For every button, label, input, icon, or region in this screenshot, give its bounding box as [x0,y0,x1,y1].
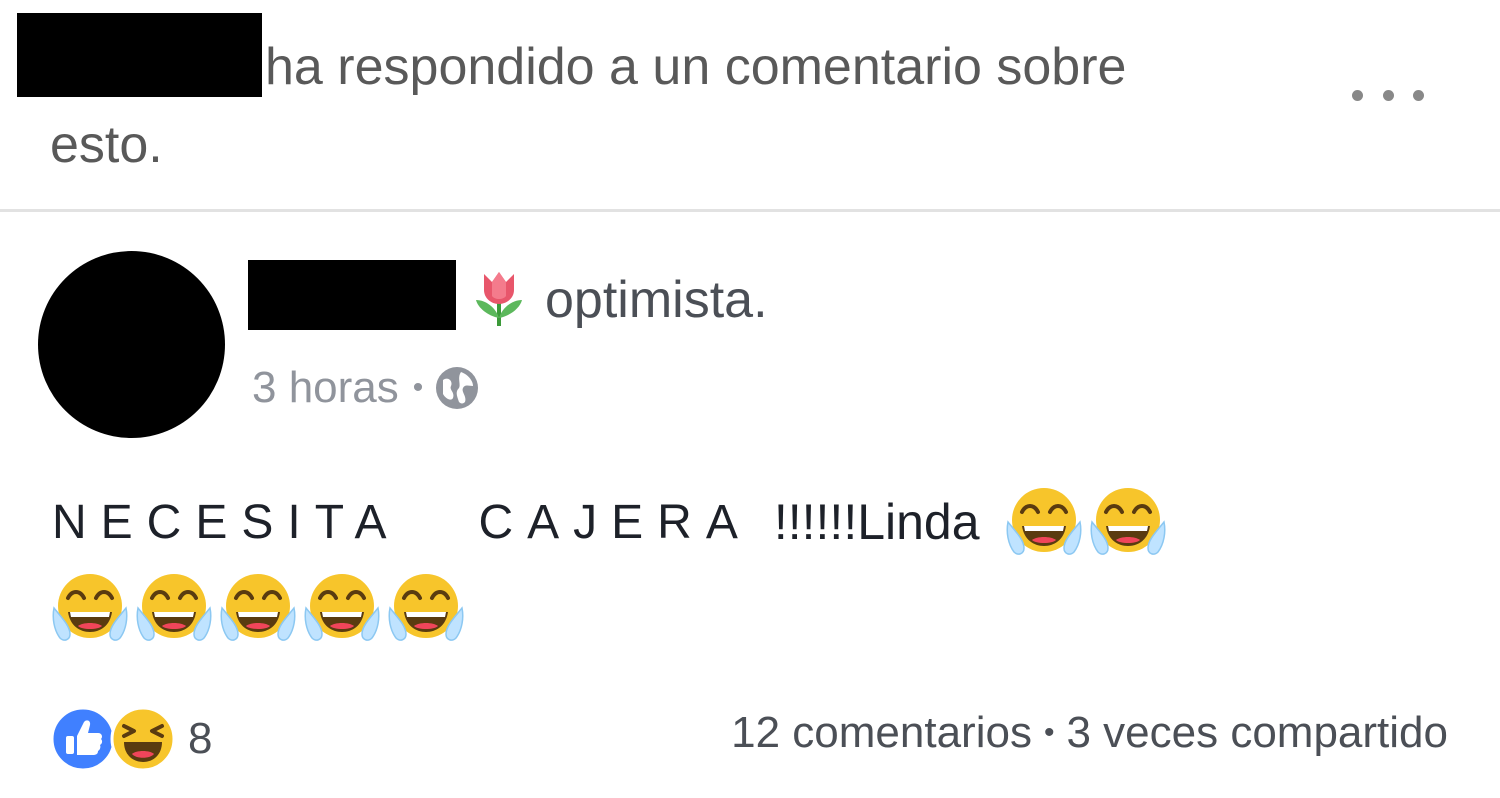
more-dots-icon [1352,89,1363,101]
reactions-summary[interactable]: 8 [50,703,212,775]
crying-laughing-emoji-icon [1004,482,1084,562]
reaction-count: 8 [188,714,213,763]
tulip-icon [476,272,522,326]
avatar[interactable] [38,251,225,438]
like-icon [50,706,116,772]
crying-laughing-emoji-icon [386,568,466,648]
crying-laughing-emoji-icon [302,568,382,648]
post-body-tail: !!!!!!Linda [773,494,980,550]
engagement-counts: 12 comentarios • 3 veces compartido [731,708,1448,758]
comments-count-link[interactable]: 12 comentarios [731,708,1032,758]
shares-count-link[interactable]: 3 veces compartido [1066,708,1448,758]
post-meta: 3 horas • [252,360,481,416]
meta-separator: • [412,371,424,404]
more-options-button[interactable] [1352,70,1424,120]
crying-laughing-emoji-icon [50,568,130,648]
post-word-necesita: NECESITA [52,495,401,549]
more-dot [1413,89,1424,101]
counts-separator: • [1043,716,1055,749]
redacted-author-name[interactable] [248,260,456,330]
globe-icon [436,367,479,409]
divider [0,209,1500,212]
post-body-line1: NECESITA CAJERA !!!!!!Linda [52,487,1168,557]
more-dot [1382,89,1394,101]
crying-laughing-emoji-icon [218,568,298,648]
emoji-group-line2 [50,568,466,648]
status-text: optimista. [545,271,768,329]
notification-text: ha respondido a un comentario sobre esto… [50,38,1127,174]
post-time[interactable]: 3 horas [252,363,399,413]
emoji-group-line1 [1004,482,1168,562]
crying-laughing-emoji-icon [1088,482,1168,562]
post-word-cajera: CAJERA [478,495,752,549]
crying-laughing-emoji-icon [134,568,214,648]
haha-icon [110,706,176,772]
